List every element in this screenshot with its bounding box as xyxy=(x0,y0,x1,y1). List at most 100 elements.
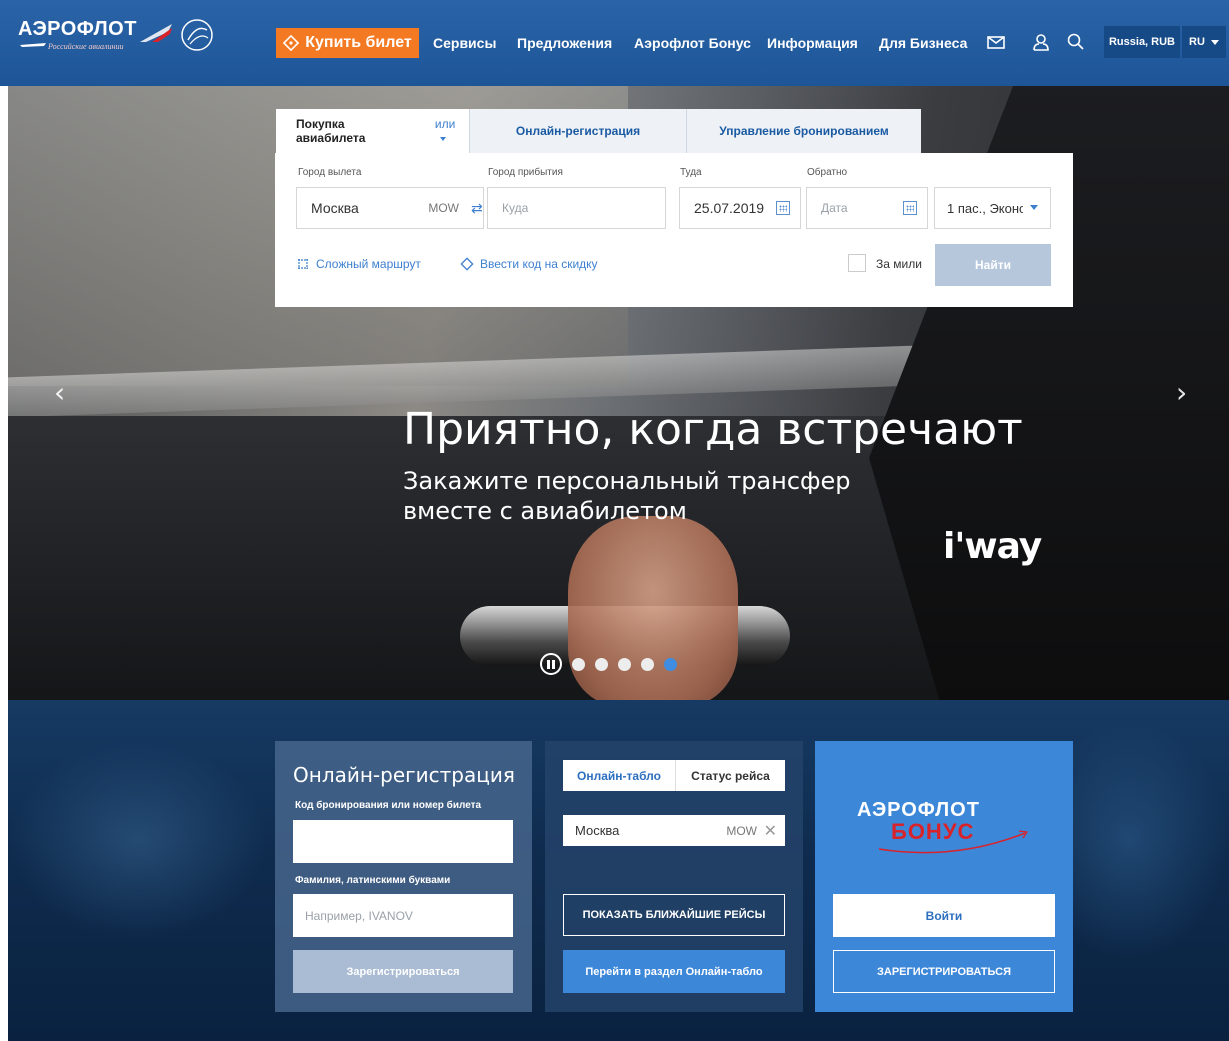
chevron-down-icon xyxy=(439,136,446,141)
tab-buy-ticket-label: Покупка авиабилета xyxy=(296,117,366,145)
online-board-card: Онлайн-табло Статус рейса Москва MOW ✕ П… xyxy=(545,741,803,1012)
swap-cities-icon[interactable]: ⇄ xyxy=(471,201,483,217)
checkin-submit-label: Зарегистрироваться xyxy=(346,965,460,978)
depart-label: Туда xyxy=(680,167,702,178)
slider-next-arrow-icon[interactable]: › xyxy=(1176,376,1187,409)
miles-label: За мили xyxy=(876,257,922,271)
show-nearest-flights-button[interactable]: ПОКАЗАТЬ БЛИЖАЙШИЕ РЕЙСЫ xyxy=(563,894,785,936)
top-header: АЭРОФЛОТ Российские авиалинии Купить бил… xyxy=(0,0,1229,86)
logo-emblem-icon xyxy=(140,24,172,42)
bg-blur xyxy=(8,740,268,940)
tab-manage-booking-label: Управление бронированием xyxy=(719,124,889,138)
nav-information[interactable]: Информация xyxy=(767,35,858,51)
nav-bonus[interactable]: Аэрофлот Бонус xyxy=(634,35,751,51)
search-icon[interactable] xyxy=(1066,32,1086,52)
to-city-placeholder: Куда xyxy=(502,201,529,215)
language-selector[interactable]: RU xyxy=(1182,26,1226,58)
mail-icon[interactable] xyxy=(986,32,1006,52)
surname-input[interactable]: Например, IVANOV xyxy=(293,894,513,937)
complex-route-label: Сложный маршрут xyxy=(316,257,421,271)
slider-dots xyxy=(540,653,677,675)
find-flights-button[interactable]: Найти xyxy=(935,244,1051,286)
show-nearest-flights-label: ПОКАЗАТЬ БЛИЖАЙШИЕ РЕЙСЫ xyxy=(582,909,766,921)
bonus-register-button[interactable]: ЗАРЕГИСТРИРОВАТЬСЯ xyxy=(833,950,1055,993)
chevron-down-icon xyxy=(1210,39,1219,45)
surname-label: Фамилия, латинскими буквами xyxy=(295,875,451,886)
logo-wordmark: АЭРОФЛОТ xyxy=(18,18,137,40)
online-checkin-title: Онлайн-регистрация xyxy=(293,763,515,787)
board-city-code: MOW xyxy=(726,823,757,838)
hero-title: Приятно, когда встречают xyxy=(403,404,1023,455)
calendar-icon[interactable] xyxy=(903,201,917,215)
from-city-input[interactable]: Москва MOW xyxy=(296,187,484,229)
nav-services[interactable]: Сервисы xyxy=(433,35,496,51)
user-icon[interactable] xyxy=(1031,32,1051,52)
bonus-swoosh-icon xyxy=(878,830,1029,854)
promo-code-label: Ввести код на скидку xyxy=(480,257,598,271)
tab-online-board[interactable]: Онлайн-табло xyxy=(563,760,675,791)
flight-search-panel: Город вылета Город прибытия Туда Обратно… xyxy=(275,153,1073,307)
calendar-icon[interactable] xyxy=(776,201,790,215)
logo-wing-icon xyxy=(20,43,46,47)
slider-dot[interactable] xyxy=(641,657,654,671)
aeroflot-bonus-card: АЭРОФЛОТ БОНУС Войти ЗАРЕГИСТРИРОВАТЬСЯ xyxy=(815,741,1073,1012)
from-city-code: MOW xyxy=(428,201,459,215)
iway-logo: i'way xyxy=(943,526,1042,567)
close-icon[interactable]: ✕ xyxy=(764,821,777,840)
to-label: Город прибытия xyxy=(488,167,563,178)
nav-offers[interactable]: Предложения xyxy=(517,35,612,51)
tab-online-checkin[interactable]: Онлайн-регистрация xyxy=(469,109,686,153)
aeroflot-logo[interactable]: АЭРОФЛОТ Российские авиалинии xyxy=(18,18,218,58)
bonus-register-label: ЗАРЕГИСТРИРОВАТЬСЯ xyxy=(876,965,1012,978)
nav-business[interactable]: Для Бизнеса xyxy=(879,35,967,51)
tab-flight-status[interactable]: Статус рейса xyxy=(675,760,785,791)
board-city-value: Москва xyxy=(575,823,620,838)
or-dropdown-label: или xyxy=(434,117,456,131)
region-label: Russia, RUB xyxy=(1108,36,1176,48)
tab-online-board-label: Онлайн-табло xyxy=(577,768,661,783)
slider-dot[interactable] xyxy=(572,657,585,671)
route-icon xyxy=(298,259,308,269)
passengers-select[interactable]: 1 пас., Эконом xyxy=(934,187,1051,229)
bonus-login-label: Войти xyxy=(925,908,963,923)
bonus-login-button[interactable]: Войти xyxy=(833,894,1055,937)
booking-code-label: Код бронирования или номер билета xyxy=(295,800,482,811)
board-city-input[interactable]: Москва MOW ✕ xyxy=(563,815,785,846)
complex-route-link[interactable]: Сложный маршрут xyxy=(296,257,421,271)
passengers-value: 1 пас., Эконом xyxy=(947,200,1023,216)
slider-prev-arrow-icon[interactable]: ‹ xyxy=(54,376,65,409)
slider-dot[interactable] xyxy=(618,657,631,671)
online-checkin-card: Онлайн-регистрация Код бронирования или … xyxy=(275,741,532,1012)
depart-date-input[interactable]: 25.07.2019 xyxy=(679,187,801,229)
tab-manage-booking[interactable]: Управление бронированием xyxy=(686,109,921,153)
depart-date-value: 25.07.2019 xyxy=(694,200,765,216)
slider-dot-active[interactable] xyxy=(664,657,677,671)
checkin-submit-button[interactable]: Зарегистрироваться xyxy=(293,950,513,993)
language-label: RU xyxy=(1189,36,1205,48)
slider-dot[interactable] xyxy=(595,657,608,671)
hero-subtitle: Закажите персональный трансфер вместе с … xyxy=(403,467,851,525)
region-selector[interactable]: Russia, RUB xyxy=(1104,26,1180,58)
buy-ticket-label: Купить билет xyxy=(305,34,412,51)
slider-pause-button[interactable] xyxy=(540,653,562,675)
tab-buy-ticket[interactable]: Покупка авиабилета или xyxy=(276,109,469,153)
promo-code-link[interactable]: Ввести код на скидку xyxy=(460,257,598,271)
buy-ticket-button[interactable]: Купить билет xyxy=(276,28,419,58)
go-to-board-button[interactable]: Перейти в раздел Онлайн-табло xyxy=(563,950,785,993)
go-to-board-label: Перейти в раздел Онлайн-табло xyxy=(585,965,763,978)
aeroflot-bonus-logo: АЭРОФЛОТ БОНУС xyxy=(855,793,1035,863)
return-date-input[interactable]: Дата xyxy=(806,187,928,229)
from-label: Город вылета xyxy=(298,167,362,178)
tab-flight-status-label: Статус рейса xyxy=(691,768,770,783)
chevron-down-icon xyxy=(1030,205,1038,210)
find-flights-label: Найти xyxy=(975,258,1011,272)
return-label: Обратно xyxy=(807,167,848,178)
surname-placeholder: Например, IVANOV xyxy=(305,908,413,923)
booking-code-input[interactable] xyxy=(293,820,513,863)
to-city-input[interactable]: Куда xyxy=(487,187,666,229)
logo-subtitle: Российские авиалинии xyxy=(48,42,124,51)
or-dropdown[interactable]: или xyxy=(435,117,469,145)
miles-checkbox[interactable] xyxy=(848,254,866,272)
return-date-placeholder: Дата xyxy=(821,201,848,215)
tab-online-checkin-label: Онлайн-регистрация xyxy=(515,124,641,138)
